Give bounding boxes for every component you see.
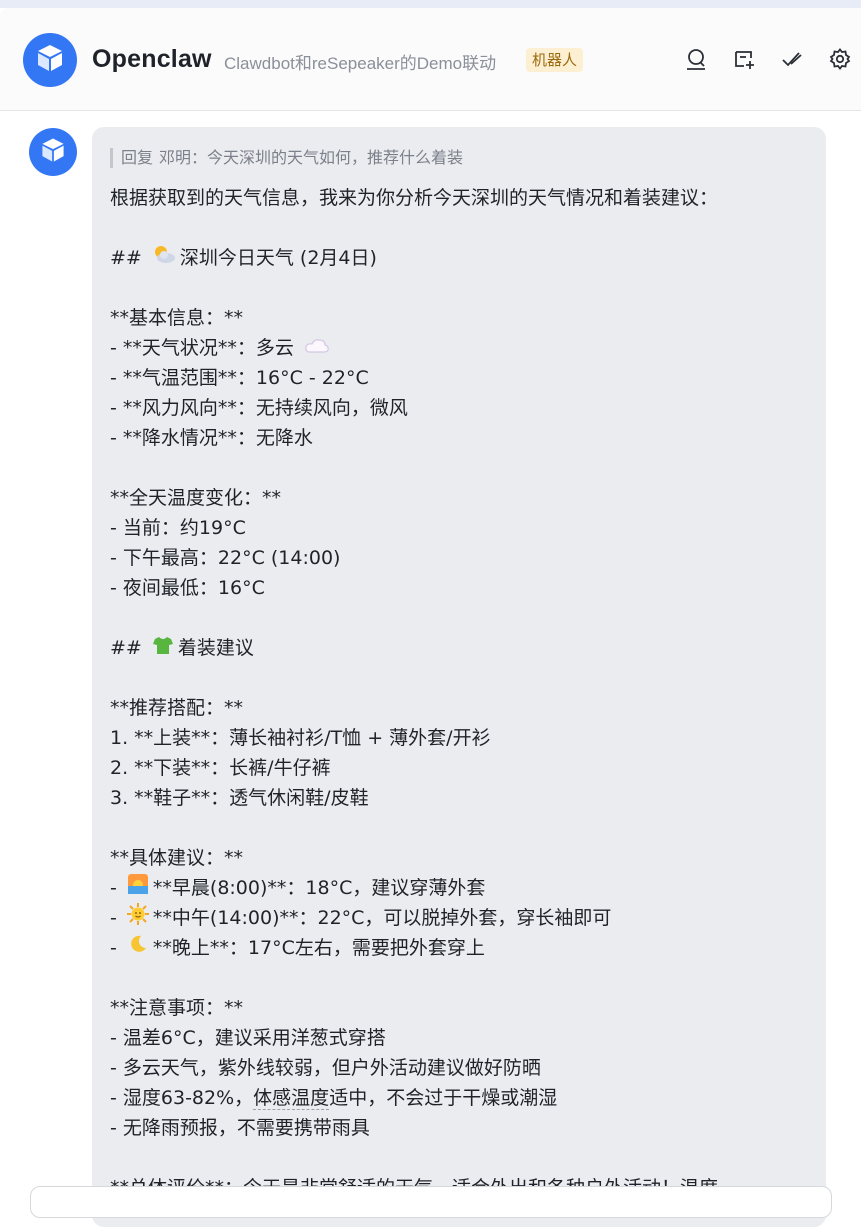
sun-behind-cloud-emoji — [152, 243, 176, 274]
notes-title: **注意事项：** — [110, 997, 244, 1019]
intro-text: 根据获取到的天气信息，我来为你分析今天深圳的天气情况和着装建议： — [110, 187, 719, 209]
list-item: - **晚上**：17°C左右，需要把外套穿上 — [110, 933, 810, 963]
list-item: - **中午(14:00)**：22°C，可以脱掉外套，穿长袖即可 — [110, 903, 810, 933]
list-item: - **降水情况**：无降水 — [110, 427, 313, 449]
reply-target: 邓明：今天深圳的天气如何，推荐什么着装 — [159, 148, 464, 167]
list-item: - **早晨(8:00)**：18°C，建议穿薄外套 — [110, 873, 810, 903]
check-icon[interactable] — [779, 46, 805, 72]
message-bubble: 回复 邓明：今天深圳的天气如何，推荐什么着装 根据获取到的天气信息，我来为你分析今… — [92, 127, 826, 1227]
chat-area: 回复 邓明：今天深圳的天气如何，推荐什么着装 根据获取到的天气信息，我来为你分析今… — [0, 111, 861, 1227]
outfit-title: **推荐搭配：** — [110, 697, 244, 719]
list-item: - **天气状况**：多云 — [110, 333, 810, 363]
window-top-strip — [0, 0, 861, 8]
bot-avatar[interactable] — [23, 33, 77, 87]
cloud-emoji — [304, 334, 330, 364]
heading-outfit: ## 着装建议 — [110, 633, 810, 663]
list-item: - 下午最高：22°C (14:00) — [110, 547, 341, 569]
moon-emoji — [127, 933, 149, 964]
cube-icon — [33, 41, 67, 79]
list-item: 2. **下装**：长裤/牛仔裤 — [110, 757, 331, 779]
chat-title: Openclaw — [92, 45, 212, 73]
cube-icon — [38, 135, 68, 169]
detail-title: **具体建议：** — [110, 847, 244, 869]
list-item: 3. **鞋子**：透气休闲鞋/皮鞋 — [110, 787, 369, 809]
list-item: - 湿度63-82%，体感温度适中，不会过于干燥或潮湿 — [110, 1087, 558, 1110]
heading-weather: ## 深圳今日天气 (2月4日) — [110, 243, 810, 273]
list-item: 1. **上装**：薄长袖衬衫/T恤 + 薄外套/开衫 — [110, 727, 491, 749]
sun-face-emoji — [126, 903, 149, 934]
term-highlight[interactable]: 体感温度 — [253, 1087, 330, 1110]
list-item: - **风力风向**：无持续风向，微风 — [110, 397, 408, 419]
chat-header: Openclaw Clawdbot和reSepeaker的Demo联动 机器人 — [0, 8, 861, 111]
list-item: - 多云天气，紫外线较弱，但户外活动建议做好防晒 — [110, 1057, 541, 1079]
list-item: - 温差6°C，建议采用洋葱式穿搭 — [110, 1027, 386, 1049]
list-item: - 当前：约19°C — [110, 517, 246, 539]
message-avatar[interactable] — [29, 128, 77, 176]
temp-title: **全天温度变化：** — [110, 487, 282, 509]
basic-title: **基本信息：** — [110, 307, 244, 329]
list-item: - 无降雨预报，不需要携带雨具 — [110, 1117, 370, 1139]
bot-badge: 机器人 — [526, 48, 584, 72]
message-input-box[interactable] — [30, 1186, 832, 1218]
reply-quote[interactable]: 回复 邓明：今天深圳的天气如何，推荐什么着装 — [110, 148, 463, 168]
sunrise-emoji — [127, 873, 149, 904]
list-item: - **气温范围**：16°C - 22°C — [110, 367, 369, 389]
message-body: 根据获取到的天气信息，我来为你分析今天深圳的天气情况和着装建议： ## 深圳今日… — [110, 183, 810, 1203]
search-icon[interactable] — [683, 46, 709, 72]
reply-label: 回复 — [121, 148, 154, 167]
list-item: - 夜间最低：16°C — [110, 577, 265, 599]
add-chat-icon[interactable] — [731, 46, 757, 72]
chat-subtitle: Clawdbot和reSepeaker的Demo联动 — [224, 54, 497, 73]
tshirt-emoji — [152, 634, 174, 664]
settings-icon[interactable] — [827, 46, 853, 72]
